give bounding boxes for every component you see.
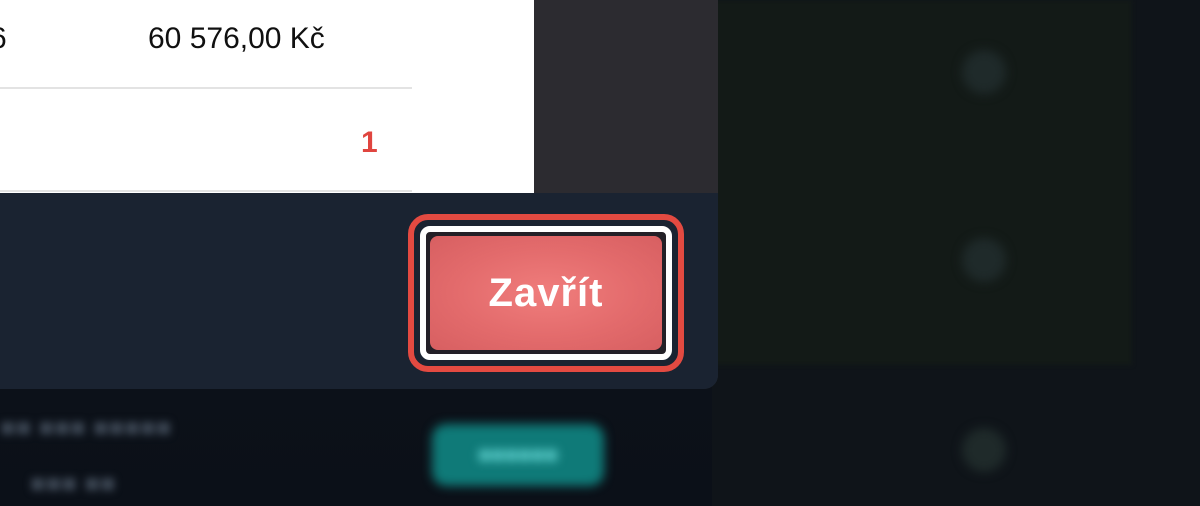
close-button[interactable]: Zavřít (430, 236, 662, 350)
background-blurred-text: ■■ ■■■ ■■■■■ (0, 412, 172, 442)
background-card (712, 0, 1132, 365)
background-blurred-text: ■■■ ■■ (30, 468, 116, 498)
background-avatar-icon (962, 428, 1006, 472)
close-button-highlight: Zavřít (408, 214, 684, 372)
close-button-focus-ring: Zavřít (420, 226, 672, 360)
table-cell-count: 1 (361, 126, 378, 159)
background-action-label: ■■■■■■ (478, 442, 558, 467)
table-row-divider (0, 87, 412, 89)
table-cell-amount: 60 576,00 Kč (148, 22, 325, 55)
background-avatar-icon (962, 50, 1006, 94)
background-avatar-icon (962, 238, 1006, 282)
table-row-divider (0, 190, 412, 192)
modal-table: 6 60 576,00 Kč 1 (0, 0, 534, 193)
table-cell-quantity: 6 (0, 22, 7, 56)
screen: ■■ ■■■ ■■■■■ ■■■ ■■ ■■■■■■ 6 60 576,00 K… (0, 0, 1200, 506)
